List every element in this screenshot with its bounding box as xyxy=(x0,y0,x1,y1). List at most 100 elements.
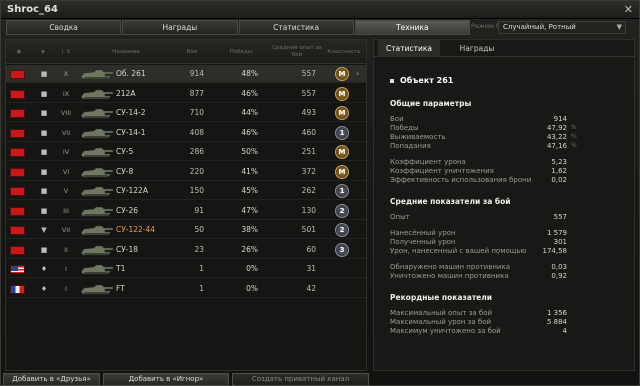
vehicle-win-rate: 47% xyxy=(241,205,258,215)
vehicle-type-icon: ■ xyxy=(40,128,48,137)
tab-awards[interactable]: Награды xyxy=(122,20,238,35)
stat-value: 5,23 xyxy=(551,158,567,166)
vehicle-battles: 286 xyxy=(189,147,204,156)
table-row[interactable]: ♦ I FT 1 0% 42 xyxy=(6,280,366,298)
add-friend-button[interactable]: Добавить в «Друзья» xyxy=(3,373,100,386)
vehicle-tier: IV xyxy=(62,148,70,156)
header-battles[interactable]: Бои xyxy=(174,40,210,64)
vehicle-win-rate: 44% xyxy=(241,108,258,117)
nation-flag-icon xyxy=(10,167,25,177)
stat-value: 0,92 xyxy=(551,272,567,280)
tank-icon xyxy=(78,185,116,197)
mastery-badge-icon: 2 xyxy=(335,223,349,237)
nation-flag-icon xyxy=(10,226,25,235)
tank-icon xyxy=(78,68,116,80)
vehicle-battles: 914 xyxy=(189,69,204,78)
vehicle-type-icon: ■ xyxy=(40,148,48,156)
vehicle-type-icon: ■ xyxy=(40,187,48,195)
table-row[interactable]: ■ IX 212А 877 46% 557 M xyxy=(6,85,366,103)
mastery-badge-icon: M xyxy=(335,86,349,101)
vehicle-win-rate: 0% xyxy=(246,283,258,293)
tab-vehicles[interactable]: Техника xyxy=(354,20,470,35)
table-row[interactable]: ■ V СУ-122А 150 45% 262 1 xyxy=(6,182,366,200)
table-row[interactable]: ■ III СУ-26 91 47% 130 2 xyxy=(6,202,366,220)
header-tier[interactable]: I. X xyxy=(56,40,76,64)
table-row[interactable]: ■ VI СУ-8 220 41% 372 M xyxy=(6,163,366,181)
header-avg-exp[interactable]: Средний опыт за бой xyxy=(272,40,322,64)
tab-vehicle-statistics[interactable]: Статистика xyxy=(378,40,440,57)
stat-value: 0,02 xyxy=(551,176,567,184)
table-row[interactable]: ■ IV СУ-5 286 50% 251 M xyxy=(6,143,366,161)
table-row[interactable]: ■ VII СУ-14-1 408 46% 460 1 xyxy=(6,124,366,142)
create-private-channel-button[interactable]: Создать приватный канал xyxy=(232,373,369,386)
selected-vehicle-title: Объект 261 xyxy=(390,76,453,85)
table-row[interactable]: ▼ VII СУ-122-44 50 38% 501 2 xyxy=(6,221,366,239)
vehicle-details-panel: Статистика Награды Объект 261 Общие пара… xyxy=(373,39,635,371)
section-title-avg: Средние показатели за бой xyxy=(390,197,511,206)
vehicle-tier: X xyxy=(63,70,69,78)
vehicle-avg-exp: 557 xyxy=(301,69,316,78)
tank-icon xyxy=(78,127,116,139)
stat-value: 914 xyxy=(553,115,567,123)
vehicle-battles: 91 xyxy=(194,205,204,215)
vehicle-tier: I xyxy=(65,284,67,293)
stat-value: 5 884 xyxy=(546,318,567,326)
nation-flag-icon xyxy=(10,148,25,157)
nation-flag-icon xyxy=(10,187,25,196)
stat-value: 557 xyxy=(553,213,567,221)
tab-vehicle-awards[interactable]: Награды xyxy=(446,40,508,57)
vehicle-tier: V xyxy=(63,187,69,195)
nation-flag-icon xyxy=(10,265,25,274)
vehicle-win-rate: 46% xyxy=(241,88,258,98)
add-ignore-button[interactable]: Добавить в «Игнор» xyxy=(103,373,229,386)
mastery-badge-icon: M xyxy=(335,106,349,120)
tank-icon xyxy=(78,166,116,178)
vehicle-battles: 1 xyxy=(199,264,204,273)
vehicle-tier: VIII xyxy=(60,109,72,117)
window-title: Shroc_64 xyxy=(7,4,58,15)
vehicle-battles: 23 xyxy=(194,244,204,254)
tab-summary[interactable]: Сводка xyxy=(6,20,122,35)
vehicle-avg-exp: 130 xyxy=(301,205,316,215)
table-row[interactable]: ♦ I T1 1 0% 31 xyxy=(6,260,366,278)
stat-value: 43,22 xyxy=(546,133,567,141)
vehicle-battles: 710 xyxy=(189,108,204,117)
battle-mode-select[interactable]: Случайный, Ротный ▼ xyxy=(498,21,626,34)
profile-window: Shroc_64 ✕ Сводка Награды Статистика Тех… xyxy=(0,0,640,386)
mastery-badge-icon: 1 xyxy=(335,184,349,198)
vehicle-tier: I xyxy=(65,265,67,273)
table-row[interactable]: ■ II СУ-18 23 26% 60 3 xyxy=(6,241,366,259)
tank-icon xyxy=(78,107,116,119)
vehicle-win-rate: 50% xyxy=(241,147,258,156)
stat-value: 47,16 xyxy=(546,142,567,150)
vehicle-win-rate: 26% xyxy=(241,244,258,254)
nation-flag-icon xyxy=(10,109,25,118)
close-icon[interactable]: ✕ xyxy=(624,3,633,16)
vehicle-type-icon: ■ xyxy=(40,89,48,98)
tank-icon xyxy=(78,283,116,295)
header-name[interactable]: Название xyxy=(86,40,166,64)
vehicle-battles: 877 xyxy=(189,88,204,98)
sort-type-icon[interactable]: ◈ xyxy=(30,40,56,64)
header-mastery[interactable]: Классность xyxy=(322,40,366,64)
tab-statistics[interactable]: Статистика xyxy=(238,20,354,35)
vehicle-avg-exp: 460 xyxy=(301,127,316,137)
vehicle-avg-exp: 493 xyxy=(301,108,316,117)
table-row[interactable]: ■ X Об. 261 914 48% 557 M › xyxy=(6,65,366,83)
sort-nation-icon[interactable]: ◉ xyxy=(8,40,30,64)
tank-icon xyxy=(78,224,116,236)
vehicle-type-icon: ▼ xyxy=(41,226,47,234)
stat-value: 47,92 xyxy=(546,124,567,132)
mastery-badge-icon: M xyxy=(335,67,349,81)
vehicle-avg-exp: 501 xyxy=(301,225,316,234)
section-title-records: Рекордные показатели xyxy=(390,293,493,302)
table-row[interactable]: ■ VIII СУ-14-2 710 44% 493 M xyxy=(6,104,366,122)
stat-percent-sign: % xyxy=(571,142,577,149)
header-wins[interactable]: Победы xyxy=(216,40,266,64)
vehicle-avg-exp: 60 xyxy=(306,244,316,254)
title-bar: Shroc_64 ✕ xyxy=(1,1,639,19)
vehicle-win-rate: 46% xyxy=(241,127,258,137)
chevron-right-icon: › xyxy=(356,69,360,78)
nation-flag-icon xyxy=(10,206,25,216)
vehicle-table: ◉ ◈ I. X Название Бои Победы Средний опы… xyxy=(5,39,367,371)
